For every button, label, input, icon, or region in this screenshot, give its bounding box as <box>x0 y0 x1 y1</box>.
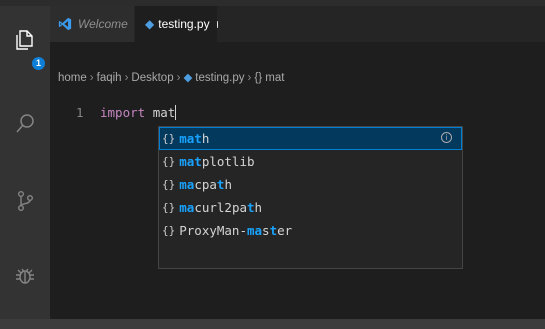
breadcrumb-item[interactable]: mat <box>265 72 284 84</box>
explorer-badge: 1 <box>32 57 45 70</box>
tab-label: Welcome <box>78 17 128 31</box>
info-icon[interactable]: i <box>441 132 452 143</box>
python-file-icon: ◆ <box>145 17 155 31</box>
suggestion-item[interactable]: {} macpath <box>159 173 462 196</box>
status-bar <box>0 319 545 329</box>
suggestion-item[interactable]: {} ProxyMan-master <box>159 219 462 242</box>
keyword-token: import <box>100 105 146 120</box>
activity-bar: 1 <box>0 6 50 319</box>
debug-icon[interactable] <box>13 263 37 287</box>
breadcrumb-item[interactable]: Desktop <box>131 72 173 84</box>
suggestion-widget: {} math i{} matplotlib{} macpath{} macurl2pat… <box>158 126 463 269</box>
vscode-logo-icon <box>58 17 72 31</box>
breadcrumb-item[interactable]: home <box>58 72 87 84</box>
breadcrumb-separator: › <box>124 72 129 84</box>
suggestion-label: macurl2path <box>179 200 263 215</box>
breadcrumb-separator: › <box>89 72 94 84</box>
module-icon: {} <box>162 155 176 168</box>
files-icon[interactable] <box>13 28 37 52</box>
code-line[interactable]: import mat <box>100 105 177 120</box>
search-icon[interactable] <box>13 112 37 136</box>
suggestion-label: ProxyMan-master <box>179 223 293 238</box>
python-file-icon: ◆ <box>183 72 193 84</box>
module-icon: {} <box>162 224 176 237</box>
source-control-icon[interactable] <box>13 189 37 213</box>
more-actions-icon[interactable]: ··· <box>18 0 31 5</box>
breadcrumb-separator: › <box>176 72 181 84</box>
breadcrumb-separator: › <box>247 72 252 84</box>
typed-text: mat <box>152 105 176 120</box>
tab-welcome[interactable]: Welcome <box>50 6 134 42</box>
suggestion-label: math <box>179 131 210 146</box>
suggestion-item[interactable]: {} math i <box>159 127 462 150</box>
suggestion-label: macpath <box>179 177 232 192</box>
tab-bar: Welcome ◆ testing.py <box>50 6 545 42</box>
breadcrumb: home › faqih › Desktop › ◆ testing.py ›{} mat <box>58 70 284 84</box>
symbol-icon: {} <box>254 72 263 84</box>
breadcrumb-item[interactable]: testing.py <box>195 72 244 84</box>
text-cursor <box>175 105 177 120</box>
breadcrumb-item[interactable]: faqih <box>97 72 122 84</box>
module-icon: {} <box>162 132 176 145</box>
suggestion-item[interactable]: {} macurl2path <box>159 196 462 219</box>
tab-testing-py[interactable]: ◆ testing.py <box>135 6 217 42</box>
tab-label: testing.py <box>158 17 210 31</box>
line-number: 1 <box>76 105 84 120</box>
suggestion-item[interactable]: {} matplotlib <box>159 150 462 173</box>
module-icon: {} <box>162 201 176 214</box>
suggestion-label: matplotlib <box>179 154 255 169</box>
module-icon: {} <box>162 178 176 191</box>
